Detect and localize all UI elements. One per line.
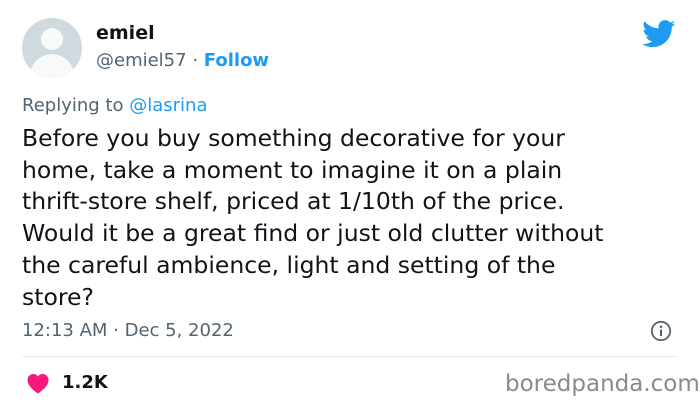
heart-icon[interactable] [26,372,50,394]
tweet-timestamp[interactable]: 12:13 AM · Dec 5, 2022 [22,320,234,341]
tweet-text: Before you buy something decorative for … [22,124,604,311]
twitter-bird-icon[interactable] [642,20,676,48]
reply-mention-link[interactable]: @lasrina [129,95,207,116]
avatar[interactable] [22,18,82,78]
divider [22,356,678,357]
follow-button[interactable]: Follow [204,50,269,71]
display-name[interactable]: emiel [96,22,155,44]
replying-to-label: Replying to [22,95,124,116]
avatar-shoulders-shape [30,54,74,78]
user-handle[interactable]: @emiel57 [96,50,187,71]
info-icon[interactable] [650,320,672,342]
replying-to-line: Replying to @lasrina [22,95,207,116]
handle-row: @emiel57 · Follow [96,50,269,71]
avatar-head-shape [41,28,63,50]
watermark: boredpanda.com [505,371,700,397]
like-count[interactable]: 1.2K [62,372,108,393]
separator-dot: · [192,50,199,71]
